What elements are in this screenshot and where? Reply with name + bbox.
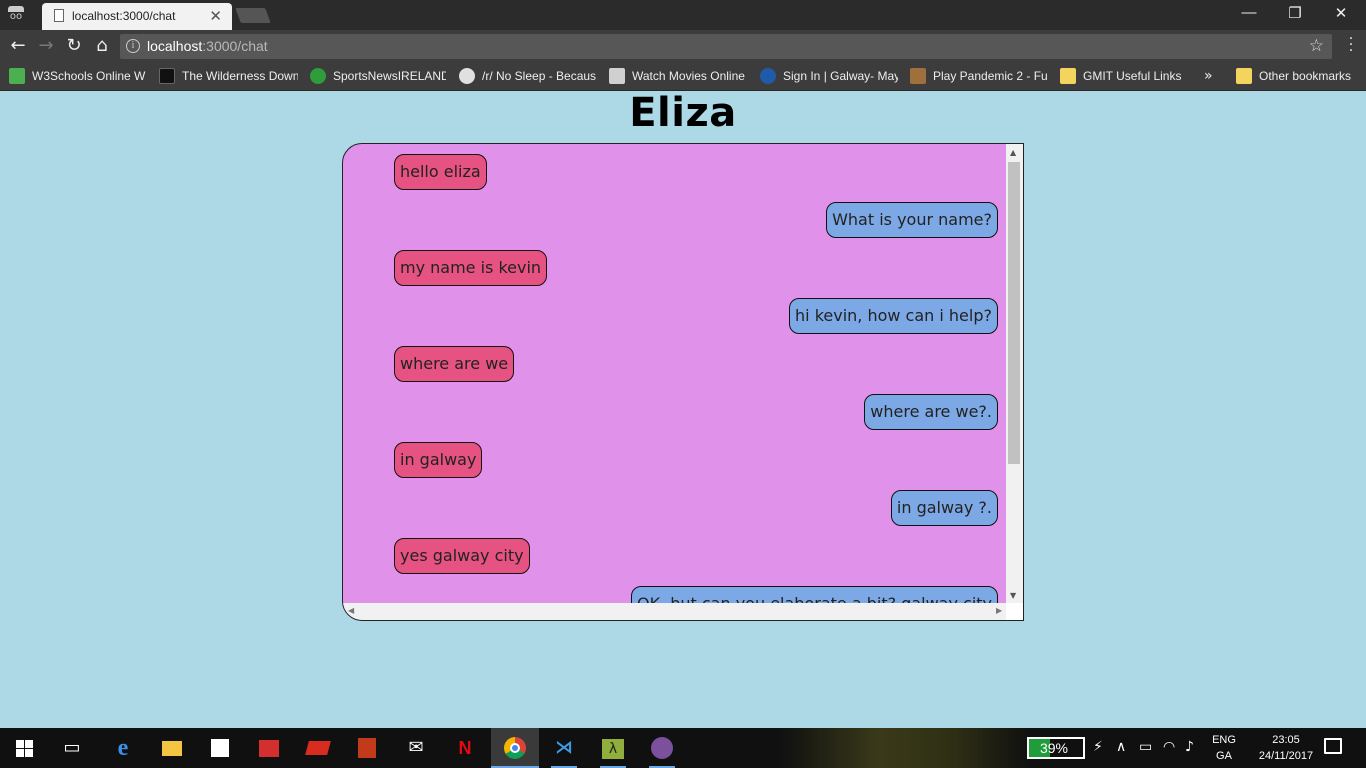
bookmark-pandemic[interactable]: Play Pandemic 2 - Ful: [910, 68, 1048, 86]
w3schools-icon: [9, 68, 25, 84]
taskbar-wallpaper-strip: [780, 728, 1030, 768]
chrome-taskbar-icon[interactable]: [491, 728, 539, 768]
store-icon[interactable]: [207, 736, 233, 760]
scroll-left-icon[interactable]: ◀: [348, 606, 354, 615]
bot-message: OK, but can you elaborate a bit? galway …: [630, 586, 998, 604]
browser-menu-icon[interactable]: · · ·: [1346, 32, 1356, 58]
user-message: my name is kevin: [394, 250, 548, 286]
chat-messages: hello eliza What is your name? my name i…: [343, 144, 1008, 604]
bookmark-gmit-signin[interactable]: Sign In | Galway- May: [760, 68, 898, 86]
browser-tab[interactable]: localhost:3000/chat ✕: [42, 3, 232, 30]
bookmark-sportsnews[interactable]: SportsNewsIRELAND: [310, 68, 446, 86]
vertical-scrollbar[interactable]: ▲ ▼: [1006, 144, 1023, 604]
language-indicator[interactable]: ENG GA: [1208, 732, 1240, 764]
volume-icon[interactable]: ♪: [1185, 739, 1194, 755]
bookmark-gmit-links[interactable]: GMIT Useful Links: [1060, 68, 1190, 86]
netflix-icon[interactable]: N: [452, 736, 478, 760]
user-message: hello eliza: [394, 154, 487, 190]
mail-icon[interactable]: ✉: [403, 736, 429, 760]
language-code: ENG: [1212, 734, 1236, 746]
url-text[interactable]: localhost:3000/chat: [147, 38, 268, 54]
scroll-down-icon[interactable]: ▼: [1010, 591, 1016, 600]
bot-message: in galway ?.: [890, 490, 998, 526]
bookmark-wilderness[interactable]: The Wilderness Down: [159, 68, 298, 86]
user-message: in galway: [394, 442, 483, 478]
clock[interactable]: 23:05 24/11/2017: [1246, 732, 1326, 764]
address-bar[interactable]: i localhost:3000/chat ☆: [120, 34, 1332, 59]
battery-indicator[interactable]: 39%: [1027, 737, 1085, 759]
info-icon[interactable]: i: [126, 39, 140, 53]
sportsnews-icon: [310, 68, 326, 84]
folder-icon: [1060, 68, 1076, 84]
tab-close-icon[interactable]: ✕: [209, 7, 222, 25]
cmder-icon[interactable]: λ: [600, 736, 626, 768]
bookmark-nosleep[interactable]: /r/ No Sleep - Becaus: [459, 68, 597, 86]
user-message: yes galway city: [394, 538, 530, 574]
vscode-icon[interactable]: ⋊: [551, 736, 577, 768]
close-window-button[interactable]: ✕: [1318, 4, 1364, 22]
clock-date: 24/11/2017: [1258, 750, 1314, 762]
bot-message: where are we?.: [864, 394, 998, 430]
tab-title: localhost:3000/chat: [72, 9, 176, 23]
bookmark-watch-movies[interactable]: Watch Movies Online: [609, 68, 747, 86]
horizontal-scrollbar[interactable]: ◀ ▶: [343, 603, 1023, 620]
power-plug-icon[interactable]: ⚡: [1093, 739, 1103, 755]
other-bookmarks[interactable]: Other bookmarks: [1236, 68, 1364, 86]
bookmarks-overflow-icon[interactable]: »: [1204, 68, 1213, 84]
page-icon: [54, 9, 64, 22]
battery-percent: 39%: [1039, 740, 1069, 756]
taskbar: ▭ e ✉ N ⋊ λ 39% ⚡ ∧ ▭ ◠ ♪ ENG GA 23:05 2…: [0, 728, 1366, 768]
forward-icon[interactable]: →: [35, 36, 57, 56]
wilderness-icon: [159, 68, 175, 84]
minimize-button[interactable]: —: [1226, 4, 1272, 21]
bookmark-w3schools[interactable]: W3Schools Online W: [9, 68, 147, 86]
bot-message: What is your name?: [826, 202, 998, 238]
tv-icon: [609, 68, 625, 84]
bot-message: hi kevin, how can i help?: [789, 298, 998, 334]
new-tab-button[interactable]: [235, 8, 271, 23]
keyboard-layout: GA: [1216, 750, 1232, 762]
viber-icon[interactable]: [649, 736, 675, 768]
reddit-icon: [459, 68, 475, 84]
scrollbar-corner: [1006, 603, 1023, 620]
folder-icon: [1236, 68, 1252, 84]
show-hidden-icons[interactable]: ∧: [1116, 739, 1126, 755]
browser-toolbar: ← → ↻ ⌂ i localhost:3000/chat ☆ · · ·: [0, 30, 1366, 63]
wifi-icon[interactable]: ◠: [1163, 739, 1175, 755]
bookmark-star-icon[interactable]: ☆: [1309, 36, 1324, 56]
pandemic-icon: [910, 68, 926, 84]
home-icon[interactable]: ⌂: [91, 36, 113, 56]
restore-button[interactable]: ❐: [1272, 4, 1318, 22]
url-host: localhost: [147, 38, 203, 54]
url-path: :3000/chat: [202, 38, 268, 54]
slides-icon[interactable]: [354, 736, 380, 760]
battery-tray-icon[interactable]: ▭: [1139, 739, 1152, 755]
reload-icon[interactable]: ↻: [63, 36, 85, 56]
back-icon[interactable]: ←: [7, 36, 29, 56]
scroll-up-icon[interactable]: ▲: [1010, 148, 1016, 157]
windows-start-icon[interactable]: [16, 740, 33, 757]
bookmarks-bar: W3Schools Online W The Wilderness Down S…: [0, 63, 1366, 91]
vertical-scroll-thumb[interactable]: [1008, 162, 1020, 464]
page-title: Eliza: [629, 90, 737, 136]
gmit-icon: [760, 68, 776, 84]
task-view-icon[interactable]: ▭: [59, 736, 85, 760]
edge-icon[interactable]: e: [110, 736, 136, 760]
tab-strip: oo localhost:3000/chat ✕ — ❐ ✕: [0, 0, 1366, 30]
clock-time: 23:05: [1272, 734, 1300, 746]
action-center-icon[interactable]: [1324, 738, 1342, 754]
scroll-right-icon[interactable]: ▶: [996, 606, 1002, 615]
incognito-icon: oo: [4, 5, 28, 25]
file-explorer-icon[interactable]: [159, 736, 185, 760]
user-message: where are we: [394, 346, 515, 382]
reader-icon[interactable]: [256, 736, 282, 760]
chat-window[interactable]: hello eliza What is your name? my name i…: [342, 143, 1024, 621]
redis-icon[interactable]: [305, 736, 331, 760]
